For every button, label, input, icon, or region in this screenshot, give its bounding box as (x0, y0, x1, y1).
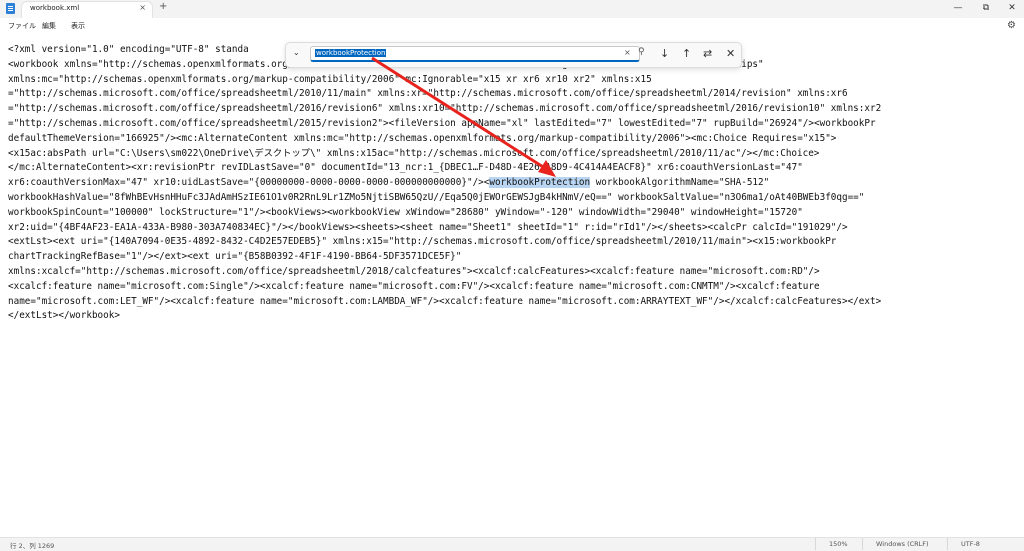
arrow-head (538, 160, 556, 177)
status-divider (947, 538, 948, 550)
cursor-position: 行 2、列 1269 (10, 542, 55, 550)
encoding: UTF-8 (961, 540, 980, 548)
annotation-arrow (371, 56, 556, 177)
status-divider (862, 538, 863, 550)
status-divider (815, 538, 816, 550)
line-ending: Windows (CRLF) (876, 540, 929, 548)
status-bar: 行 2、列 1269 150% Windows (CRLF) UTF-8 (0, 537, 1024, 551)
arrow-line (371, 56, 552, 174)
zoom-level: 150% (829, 540, 848, 548)
